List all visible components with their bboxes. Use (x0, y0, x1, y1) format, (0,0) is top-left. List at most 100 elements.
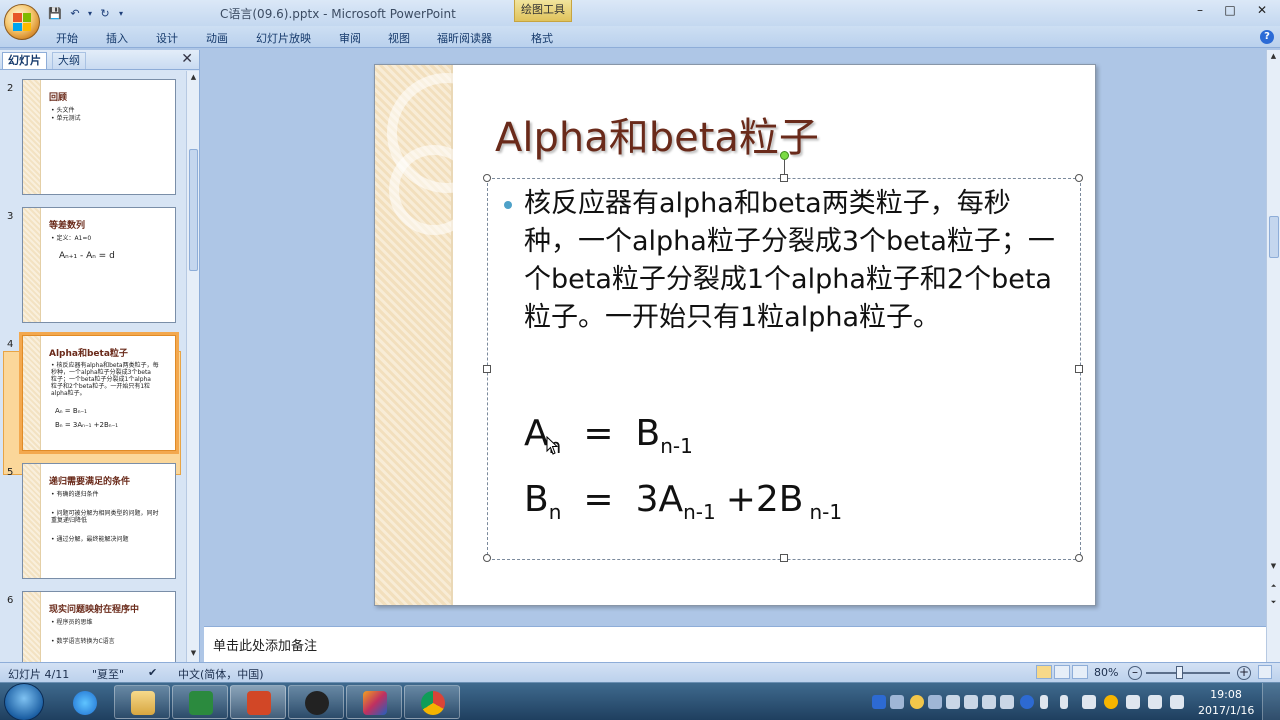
help-icon[interactable]: ? (1260, 30, 1274, 44)
slide-thumbnail-2[interactable]: 回顾 • 头文件 • 单元测试 (22, 79, 176, 195)
flag-icon[interactable] (1082, 695, 1096, 709)
resize-handle[interactable] (780, 554, 788, 562)
theme-name: "夏至" (92, 668, 125, 681)
tab-review[interactable]: 审阅 (339, 30, 361, 46)
slideshow-view-button[interactable] (1072, 665, 1088, 679)
slides-panel: 幻灯片 大纲 ✕ 2 回顾 • 头文件 • 单元测试 3 等差数列 • 定义：A… (0, 50, 200, 662)
save-icon[interactable]: 💾 (46, 4, 64, 22)
scroll-up-icon[interactable]: ▲ (189, 73, 198, 83)
obs-icon[interactable] (288, 685, 344, 719)
drawing-tools-contextual-tab[interactable]: 绘图工具 (514, 0, 572, 22)
resize-handle[interactable] (1075, 554, 1083, 562)
tray-icon[interactable] (982, 695, 996, 709)
next-slide-icon[interactable]: ⏷ (1269, 598, 1278, 608)
tab-slides[interactable]: 幻灯片 (2, 52, 47, 69)
zoom-out-button[interactable]: – (1128, 666, 1142, 680)
thumbnail-bullet: alpha粒子。 (51, 390, 86, 397)
rotation-handle[interactable] (780, 151, 789, 160)
slide-sorter-view-button[interactable] (1054, 665, 1070, 679)
slide-scrollbar[interactable]: ▲ ▼ ⏶ ⏷ (1266, 50, 1280, 662)
zoom-in-button[interactable]: + (1237, 666, 1251, 680)
show-desktop-button[interactable] (1262, 683, 1280, 720)
chrome-icon[interactable] (404, 685, 460, 719)
zoom-slider[interactable] (1146, 672, 1230, 674)
bullet-text[interactable]: 核反应器有alpha和beta两类粒子，每秒种，一个alpha粒子分裂成3个be… (524, 185, 1064, 337)
language-indicator[interactable]: 中文(简体，中国) (178, 666, 264, 682)
resize-handle[interactable] (483, 554, 491, 562)
tab-outline[interactable]: 大纲 (52, 52, 86, 69)
keyboard-icon[interactable] (946, 695, 960, 709)
tray-icon[interactable] (964, 695, 978, 709)
internet-explorer-icon[interactable] (56, 685, 112, 719)
moon-icon[interactable] (910, 695, 924, 709)
volume-icon[interactable] (1170, 695, 1184, 709)
dropdown-icon[interactable]: ▾ (86, 4, 94, 22)
resize-handle[interactable] (780, 174, 788, 182)
tab-design[interactable]: 设计 (156, 30, 178, 46)
office-button[interactable] (4, 4, 40, 40)
thumbnail-bullet: • 数学语言转换为C语言 (51, 638, 115, 645)
resize-handle[interactable] (483, 365, 491, 373)
formula-term: 3A (635, 479, 684, 520)
status-bar: 幻灯片 4/11 "夏至" ✔ 中文(简体，中国) 80% – + (0, 662, 1280, 682)
minimize-button[interactable]: – (1190, 3, 1210, 19)
show-hidden-icons[interactable] (1060, 695, 1068, 709)
notes-pane[interactable]: 单击此处添加备注 (204, 626, 1266, 662)
tab-slideshow[interactable]: 幻灯片放映 (256, 30, 311, 46)
app-swirl-icon[interactable] (346, 685, 402, 719)
quick-access-toolbar: 💾 ↶ ▾ ↻ ▾ (46, 4, 126, 22)
close-button[interactable]: ✕ (1252, 3, 1272, 19)
tray-icon[interactable] (1000, 695, 1014, 709)
scroll-down-icon[interactable]: ▼ (1269, 562, 1278, 572)
scroll-down-icon[interactable]: ▼ (189, 649, 198, 659)
resize-handle[interactable] (1075, 174, 1083, 182)
resize-handle[interactable] (1075, 365, 1083, 373)
slide-thumbnail-6[interactable]: 现实问题映射在程序中 • 程序员的思维 • 数学语言转换为C语言 (22, 591, 176, 662)
zoom-slider-thumb[interactable] (1176, 666, 1183, 679)
tab-animations[interactable]: 动画 (206, 30, 228, 46)
device-icon[interactable] (1126, 695, 1140, 709)
scrollbar-thumb[interactable] (1269, 216, 1279, 258)
powerpoint-icon[interactable] (230, 685, 286, 719)
file-explorer-icon[interactable] (114, 685, 170, 719)
thumbnails-scrollbar[interactable]: ▲ ▼ (186, 71, 199, 662)
undo-icon[interactable]: ↶ (66, 4, 84, 22)
tab-format[interactable]: 格式 (531, 30, 553, 46)
slide-thumbnail-4[interactable]: Alpha和beta粒子 • 核反应器有alpha和beta两类粒子，每 秒种，… (19, 332, 179, 454)
thumbnail-bullet: 重复递归降低 (51, 517, 88, 524)
settings-icon[interactable] (1040, 695, 1048, 709)
scrollbar-thumb[interactable] (189, 149, 198, 271)
content-textbox[interactable]: 核反应器有alpha和beta两类粒子，每秒种，一个alpha粒子分裂成3个be… (483, 151, 1083, 562)
slide-canvas[interactable]: Alpha和beta粒子 核反应器有alpha和beta两类粒子，每秒种，一个a… (374, 64, 1096, 606)
customize-qat-icon[interactable]: ▾ (116, 4, 126, 22)
start-button[interactable] (4, 683, 44, 720)
spellcheck-icon[interactable]: ✔ (148, 666, 157, 679)
scroll-up-icon[interactable]: ▲ (1269, 52, 1278, 62)
redo-icon[interactable]: ↻ (96, 4, 114, 22)
clock-date[interactable]: 2017/1/16 (1198, 704, 1254, 717)
formula-bn[interactable]: Bn = 3An-1 +2B n-1 (524, 479, 842, 524)
app-tray-icon[interactable] (1104, 695, 1118, 709)
zoom-level[interactable]: 80% (1094, 666, 1118, 679)
tab-foxit-reader[interactable]: 福昕阅读器 (437, 30, 492, 46)
previous-slide-icon[interactable]: ⏶ (1269, 582, 1278, 592)
slide-title[interactable]: Alpha和beta粒子 (495, 105, 819, 163)
help-tray-icon[interactable] (1020, 695, 1034, 709)
network-icon[interactable] (1148, 695, 1162, 709)
notes-placeholder[interactable]: 单击此处添加备注 (213, 635, 317, 654)
resize-handle[interactable] (483, 174, 491, 182)
ime-icon[interactable] (872, 695, 886, 709)
tab-home[interactable]: 开始 (56, 30, 78, 46)
clock-time[interactable]: 19:08 (1206, 688, 1246, 701)
slide-thumbnail-5[interactable]: 递归需要满足的条件 • 有确的递归条件 • 问题可被分解为相同类型的问题，同时 … (22, 463, 176, 579)
tab-insert[interactable]: 插入 (106, 30, 128, 46)
close-panel-icon[interactable]: ✕ (181, 51, 193, 67)
fit-to-window-button[interactable] (1258, 665, 1272, 679)
excel-icon[interactable] (172, 685, 228, 719)
punctuation-icon[interactable] (928, 695, 942, 709)
restore-button[interactable]: □ (1220, 3, 1240, 19)
ime-mode-icon[interactable] (890, 695, 904, 709)
slide-thumbnail-3[interactable]: 等差数列 • 定义：A1=0 Aₙ₊₁ - Aₙ = d (22, 207, 176, 323)
tab-view[interactable]: 视图 (388, 30, 410, 46)
normal-view-button[interactable] (1036, 665, 1052, 679)
